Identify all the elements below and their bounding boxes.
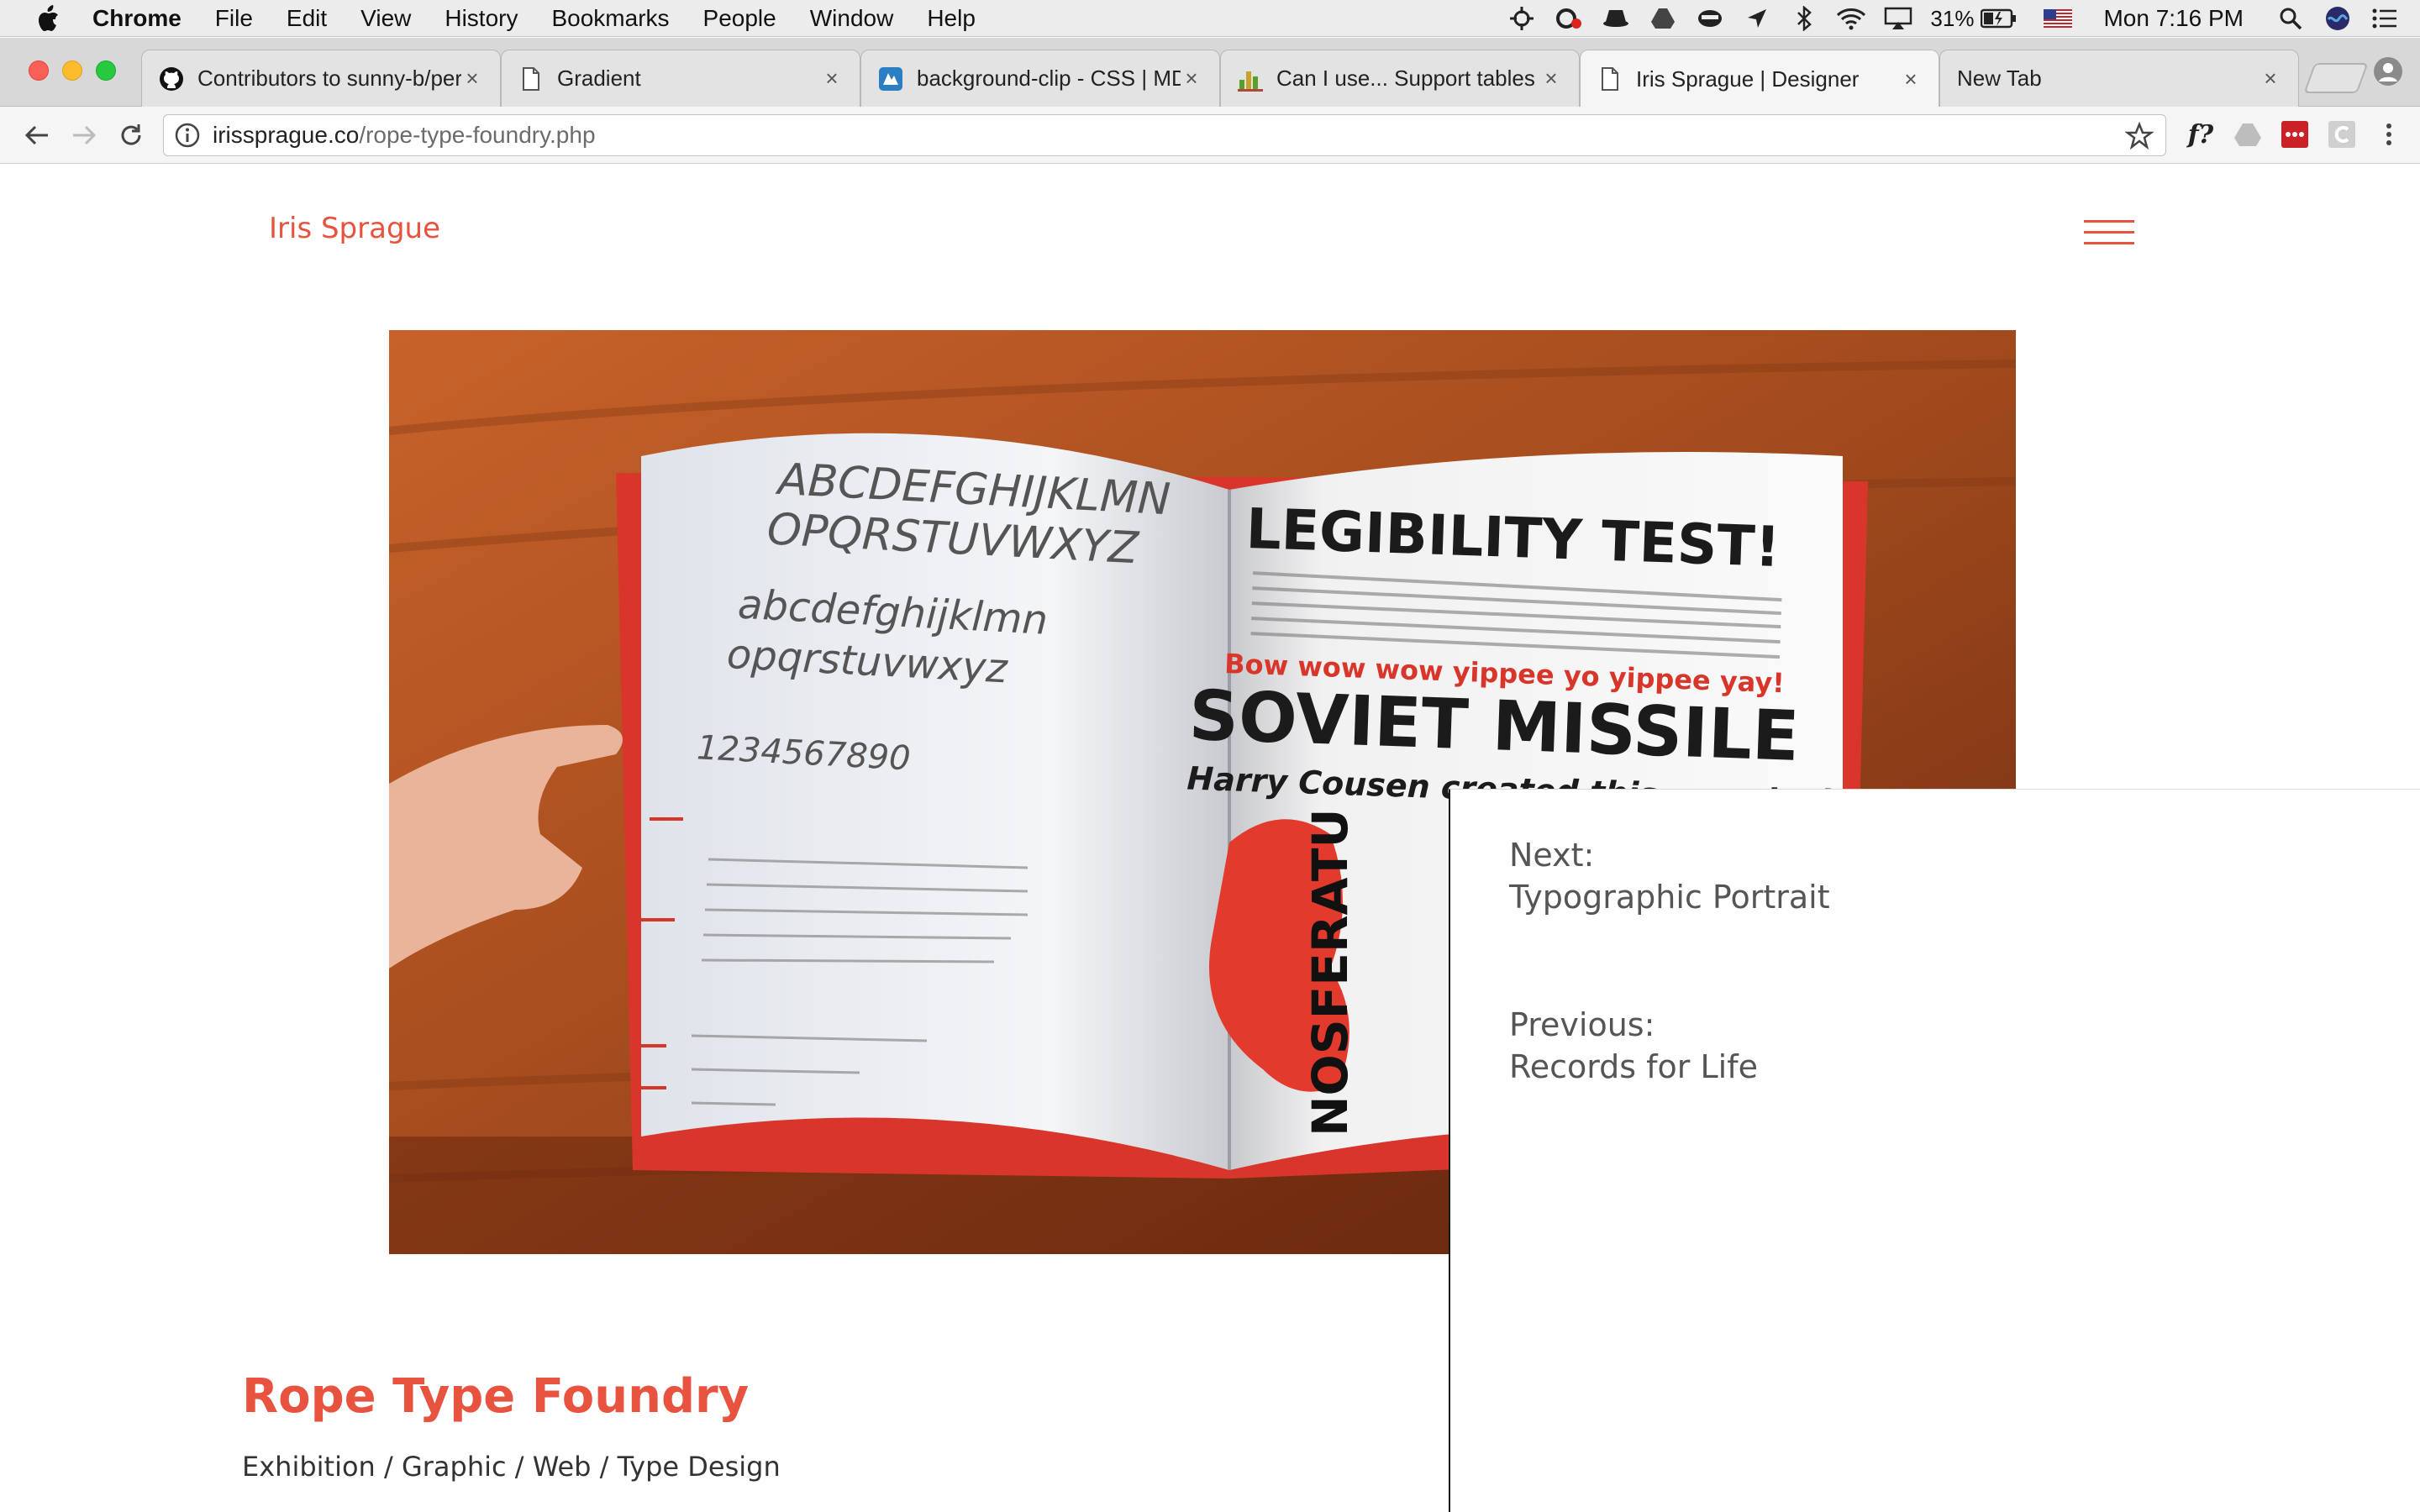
- menubar-clock[interactable]: Mon 7:16 PM: [2103, 5, 2244, 32]
- battery-percent: 31%: [1930, 5, 1975, 31]
- back-arrow-icon[interactable]: [20, 118, 54, 152]
- caniuse-icon: [1238, 66, 1263, 92]
- tab-caniuse[interactable]: Can I use... Support tables f ×: [1220, 50, 1580, 107]
- new-tab-button[interactable]: [2303, 63, 2369, 93]
- tab-strip: Contributors to sunny-b/per × Gradient ×…: [0, 38, 2420, 108]
- crosshair-icon[interactable]: [1507, 6, 1537, 31]
- whatfont-extension-icon[interactable]: f?: [2185, 118, 2217, 150]
- zoom-window-button[interactable]: [96, 60, 116, 81]
- project-title: Rope Type Foundry: [242, 1369, 750, 1424]
- tab-label: New Tab: [1957, 66, 2042, 91]
- notification-center-icon[interactable]: [2370, 6, 2400, 31]
- tab-gradient[interactable]: Gradient ×: [501, 50, 860, 107]
- tab-label: Contributors to sunny-b/per: [197, 66, 461, 91]
- previous-project-label[interactable]: Previous:: [1509, 1006, 1655, 1043]
- c-extension-icon[interactable]: [2326, 118, 2358, 150]
- bluetooth-icon[interactable]: [1789, 6, 1819, 31]
- tab-label: background-clip - CSS | MD: [917, 66, 1181, 91]
- window-controls: [29, 60, 129, 81]
- next-project-label[interactable]: Next:: [1509, 837, 1594, 874]
- coffee-icon[interactable]: [1695, 6, 1725, 31]
- previous-project-link[interactable]: Records for Life: [1509, 1048, 1758, 1085]
- browser-toolbar: irissprague.co/rope-type-foundry.php f?: [0, 107, 2420, 164]
- site-info-icon[interactable]: [174, 122, 201, 149]
- creative-cloud-icon[interactable]: [1554, 6, 1584, 31]
- address-bar[interactable]: irissprague.co/rope-type-foundry.php: [163, 114, 2166, 156]
- project-tags: Exhibition / Graphic / Web / Type Design: [242, 1451, 781, 1483]
- tab-mdn-background-clip[interactable]: background-clip - CSS | MD ×: [860, 50, 1220, 107]
- us-flag-icon[interactable]: [2043, 6, 2073, 31]
- menu-app-chrome[interactable]: Chrome: [92, 5, 182, 32]
- airplay-icon[interactable]: [1883, 6, 1913, 31]
- tab-close-icon[interactable]: ×: [1900, 66, 1922, 92]
- status-area: 31% Mon 7:16 PM: [1490, 0, 2420, 37]
- menu-edit[interactable]: Edit: [287, 5, 327, 32]
- project-navigation-panel: Next: Typographic Portrait Previous: Rec…: [1449, 789, 2420, 1512]
- menu-history[interactable]: History: [445, 5, 518, 32]
- tab-label: Can I use... Support tables f: [1276, 66, 1540, 91]
- tab-iris-sprague[interactable]: Iris Sprague | Designer ×: [1580, 50, 1939, 108]
- bookmark-star-icon[interactable]: [2125, 122, 2154, 150]
- tab-new-tab[interactable]: New Tab ×: [1939, 50, 2299, 107]
- lastpass-extension-icon[interactable]: [2279, 118, 2311, 150]
- web-page: Iris Sprague ABCDEFGHIJKLMN OPQRSTUVWXYZ…: [0, 165, 2420, 1512]
- battery-icon[interactable]: [1981, 6, 2018, 31]
- github-icon: [159, 66, 184, 92]
- profile-avatar-icon[interactable]: [2373, 56, 2403, 87]
- menu-window[interactable]: Window: [810, 5, 894, 32]
- menu-view[interactable]: View: [360, 5, 411, 32]
- url-host: irissprague.co: [213, 122, 360, 148]
- chrome-menu-icon[interactable]: [2373, 118, 2405, 150]
- tab-close-icon[interactable]: ×: [821, 66, 843, 92]
- tab-label: Gradient: [557, 66, 641, 91]
- mdn-icon: [878, 66, 903, 92]
- hamburger-menu-icon[interactable]: [2084, 220, 2134, 245]
- reload-icon[interactable]: [114, 118, 148, 152]
- tab-close-icon[interactable]: ×: [461, 66, 483, 92]
- wifi-icon[interactable]: [1836, 6, 1866, 31]
- location-arrow-icon[interactable]: [1742, 6, 1772, 31]
- siri-icon[interactable]: [2323, 6, 2353, 31]
- url-path: /rope-type-foundry.php: [359, 122, 596, 148]
- tab-close-icon[interactable]: ×: [1540, 66, 1562, 92]
- menu-file[interactable]: File: [215, 5, 253, 32]
- document-icon: [518, 66, 544, 92]
- minimize-window-button[interactable]: [62, 60, 82, 81]
- apple-logo-icon[interactable]: [35, 4, 60, 33]
- spotlight-search-icon[interactable]: [2275, 6, 2306, 31]
- tab-close-icon[interactable]: ×: [2260, 66, 2281, 92]
- next-project-link[interactable]: Typographic Portrait: [1509, 879, 1830, 916]
- url-text[interactable]: irissprague.co/rope-type-foundry.php: [213, 122, 596, 149]
- tab-contributors[interactable]: Contributors to sunny-b/per ×: [141, 50, 501, 107]
- menu-people[interactable]: People: [703, 5, 776, 32]
- close-window-button[interactable]: [29, 60, 49, 81]
- tab-label: Iris Sprague | Designer: [1636, 66, 1860, 92]
- document-icon: [1597, 66, 1623, 92]
- drive-extension-icon[interactable]: [2232, 118, 2264, 150]
- poster-text: NOSFERATU: [1302, 808, 1359, 1137]
- menu-help[interactable]: Help: [927, 5, 976, 32]
- incognito-icon[interactable]: [1601, 6, 1631, 31]
- forward-arrow-icon[interactable]: [67, 118, 101, 152]
- menu-bookmarks[interactable]: Bookmarks: [551, 5, 669, 32]
- macos-menubar: Chrome File Edit View History Bookmarks …: [0, 0, 2420, 37]
- site-logo-link[interactable]: Iris Sprague: [269, 212, 440, 245]
- google-drive-icon[interactable]: [1648, 6, 1678, 31]
- tab-close-icon[interactable]: ×: [1181, 66, 1202, 92]
